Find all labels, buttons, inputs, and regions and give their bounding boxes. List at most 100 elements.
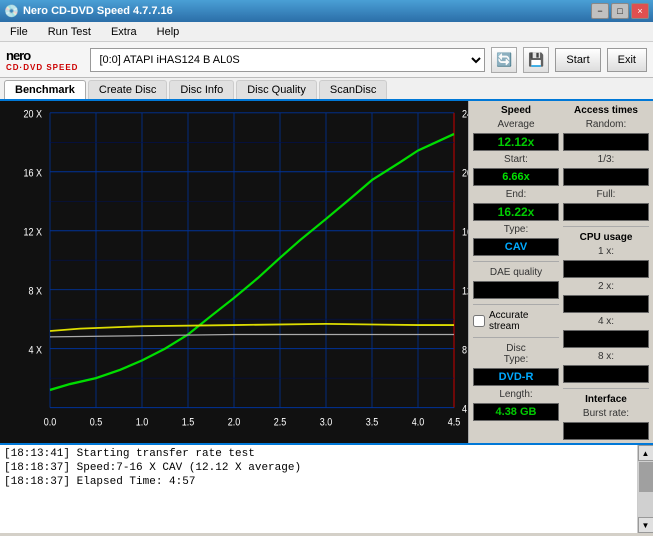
type-label: Type:: [473, 224, 559, 235]
burst-rate-label: Burst rate:: [563, 408, 649, 419]
tab-scan-disc[interactable]: ScanDisc: [319, 80, 387, 99]
svg-text:12: 12: [462, 286, 468, 298]
nero-logo-top: nero: [6, 48, 30, 63]
svg-text:1.5: 1.5: [182, 417, 195, 429]
menu-extra[interactable]: Extra: [105, 24, 143, 40]
random-label: Random:: [563, 119, 649, 130]
svg-text:1.0: 1.0: [136, 417, 149, 429]
main-content: 20 X 16 X 12 X 8 X 4 X 24 20 16 12 8 4 0…: [0, 101, 653, 443]
cpu-2x-label: 2 x:: [563, 281, 649, 292]
title-bar-text: Nero CD-DVD Speed 4.7.7.16: [23, 5, 173, 17]
refresh-button[interactable]: 🔄: [491, 47, 517, 73]
average-value: 12.12x: [473, 133, 559, 151]
start-button[interactable]: Start: [555, 48, 600, 72]
svg-text:20: 20: [462, 168, 468, 180]
scroll-up-button[interactable]: ▲: [638, 445, 653, 461]
one-third-label: 1/3:: [563, 154, 649, 165]
start-value: 6.66x: [473, 168, 559, 186]
end-label: End:: [473, 189, 559, 200]
svg-text:0.5: 0.5: [90, 417, 103, 429]
svg-text:24: 24: [462, 109, 468, 121]
nero-logo: nero CD·DVD SPEED: [6, 48, 78, 72]
divider-4: [563, 226, 649, 227]
burst-rate-value: [563, 422, 649, 440]
menu-help[interactable]: Help: [151, 24, 186, 40]
exit-button[interactable]: Exit: [607, 48, 647, 72]
divider-3: [473, 337, 559, 338]
save-button[interactable]: 💾: [523, 47, 549, 73]
log-entry-1: [18:18:37] Speed:7-16 X CAV (12.12 X ave…: [4, 461, 633, 475]
accurate-stream-label: Accurate stream: [489, 310, 559, 332]
close-button[interactable]: ×: [631, 3, 649, 19]
type-value: CAV: [473, 238, 559, 256]
tab-benchmark[interactable]: Benchmark: [4, 80, 86, 99]
app-icon: 💿: [4, 4, 19, 18]
full-value: [563, 203, 649, 221]
disc-type-label: Disc Type:: [473, 343, 559, 365]
tab-create-disc[interactable]: Create Disc: [88, 80, 167, 99]
svg-text:3.0: 3.0: [320, 417, 333, 429]
toolbar: nero CD·DVD SPEED [0:0] ATAPI iHAS124 B …: [0, 42, 653, 78]
log-area: [18:13:41] Starting transfer rate test […: [0, 443, 653, 533]
cpu-4x-label: 4 x:: [563, 316, 649, 327]
cpu-1x-label: 1 x:: [563, 246, 649, 257]
svg-text:12 X: 12 X: [24, 227, 43, 239]
menu-run-test[interactable]: Run Test: [42, 24, 97, 40]
random-value: [563, 133, 649, 151]
drive-select[interactable]: [0:0] ATAPI iHAS124 B AL0S: [90, 48, 485, 72]
speed-title: Speed: [473, 105, 559, 116]
svg-text:2.0: 2.0: [228, 417, 241, 429]
dae-quality-label: DAE quality: [473, 267, 559, 278]
svg-text:4: 4: [462, 404, 467, 416]
accurate-stream-row: Accurate stream: [473, 310, 559, 332]
average-label: Average: [473, 119, 559, 130]
cpu-1x-value: [563, 260, 649, 278]
divider-5: [563, 388, 649, 389]
cpu-4x-value: [563, 330, 649, 348]
menu-bar: File Run Test Extra Help: [0, 22, 653, 42]
cpu-2x-value: [563, 295, 649, 313]
scroll-track: [638, 461, 653, 517]
svg-text:4.5: 4.5: [448, 417, 461, 429]
full-label: Full:: [563, 189, 649, 200]
svg-text:8: 8: [462, 345, 467, 357]
tab-disc-quality[interactable]: Disc Quality: [236, 80, 317, 99]
divider-2: [473, 304, 559, 305]
tabs: Benchmark Create Disc Disc Info Disc Qua…: [0, 78, 653, 101]
svg-text:0.0: 0.0: [44, 417, 57, 429]
svg-text:4.0: 4.0: [412, 417, 425, 429]
svg-text:3.5: 3.5: [366, 417, 379, 429]
svg-text:16 X: 16 X: [24, 168, 43, 180]
minimize-button[interactable]: −: [591, 3, 609, 19]
maximize-button[interactable]: □: [611, 3, 629, 19]
disc-type-value: DVD-R: [473, 368, 559, 386]
scroll-thumb[interactable]: [639, 462, 653, 492]
scroll-down-button[interactable]: ▼: [638, 517, 653, 533]
log-scrollbar: ▲ ▼: [637, 445, 653, 533]
divider-1: [473, 261, 559, 262]
log-entry-2: [18:18:37] Elapsed Time: 4:57: [4, 475, 633, 489]
chart-svg: 20 X 16 X 12 X 8 X 4 X 24 20 16 12 8 4 0…: [0, 101, 468, 443]
dae-quality-value: [473, 281, 559, 299]
end-value: 16.22x: [473, 203, 559, 221]
svg-text:2.5: 2.5: [274, 417, 287, 429]
chart-area: 20 X 16 X 12 X 8 X 4 X 24 20 16 12 8 4 0…: [0, 101, 468, 443]
panel-columns: Speed Average 12.12x Start: 6.66x End: 1…: [473, 105, 649, 440]
one-third-value: [563, 168, 649, 186]
accurate-stream-checkbox[interactable]: [473, 315, 485, 327]
interface-title: Interface: [563, 394, 649, 405]
svg-text:20 X: 20 X: [24, 109, 43, 121]
access-column: Access times Random: 1/3: Full: CPU usag…: [563, 105, 649, 440]
speed-column: Speed Average 12.12x Start: 6.66x End: 1…: [473, 105, 559, 440]
tab-disc-info[interactable]: Disc Info: [169, 80, 234, 99]
title-bar: 💿 Nero CD-DVD Speed 4.7.7.16 − □ ×: [0, 0, 653, 22]
svg-text:8 X: 8 X: [28, 286, 42, 298]
disc-length-label: Length:: [473, 389, 559, 400]
nero-logo-bottom: CD·DVD SPEED: [6, 63, 78, 72]
start-label: Start:: [473, 154, 559, 165]
title-bar-left: 💿 Nero CD-DVD Speed 4.7.7.16: [4, 4, 173, 18]
disc-length-value: 4.38 GB: [473, 403, 559, 421]
menu-file[interactable]: File: [4, 24, 34, 40]
svg-text:4 X: 4 X: [28, 345, 42, 357]
log-content: [18:13:41] Starting transfer rate test […: [0, 445, 637, 533]
